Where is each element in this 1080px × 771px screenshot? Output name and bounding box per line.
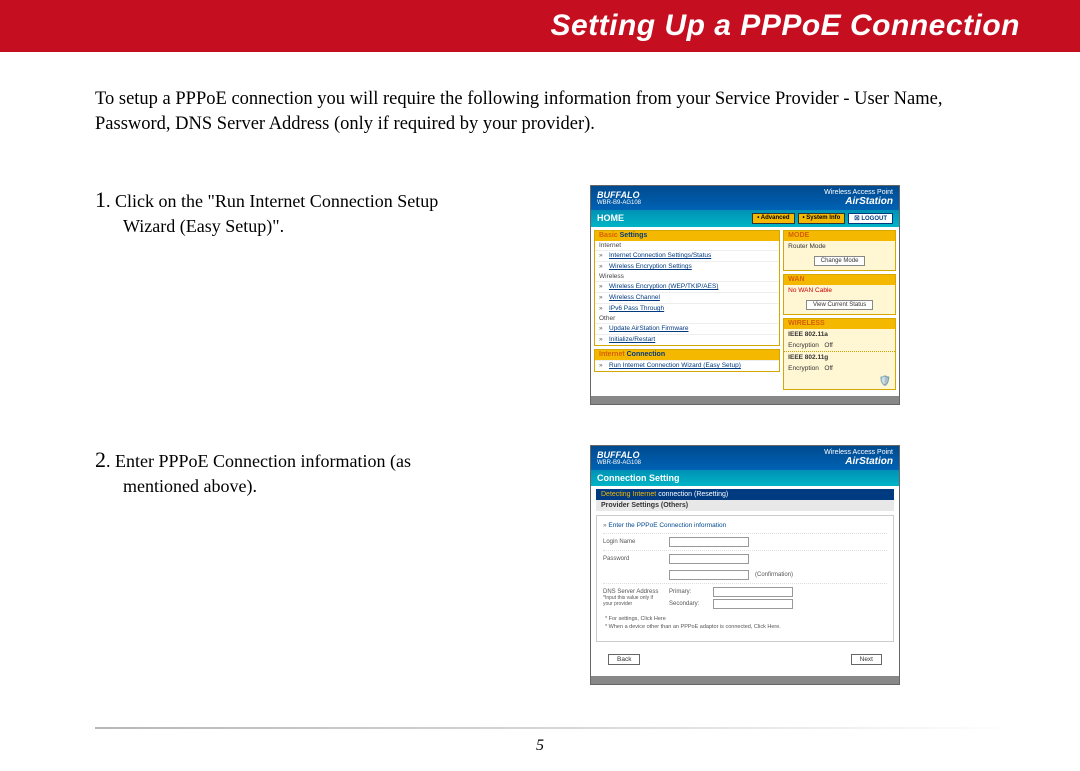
s2-label-dns: DNS Server Address *Input this value onl… (603, 589, 663, 607)
s1-mode-panel: MODE Router Mode Change Mode (783, 230, 896, 271)
s2-label-primary: Primary: (669, 589, 709, 595)
s1-wifi-icon: 🛡️ (784, 374, 895, 389)
s2-input-dns-primary[interactable] (713, 587, 793, 597)
s1-topbar: BUFFALO WBR-B9-AG108 Wireless Access Poi… (591, 186, 899, 210)
step-1-line-b: Wizard (Easy Setup)". (95, 214, 570, 239)
s1-wan-head: WAN (784, 275, 895, 285)
s1-wan-value: No WAN Cable (784, 285, 895, 296)
s2-form: Enter the PPPoE Connection information L… (596, 515, 894, 642)
s1-wl-11a-enc: Encryption Off (784, 340, 895, 352)
s1-internet-conn-panel: Internet Connection Run Internet Connect… (594, 349, 780, 372)
s2-back-button[interactable]: Back (608, 654, 640, 665)
s2-product: AirStation (845, 456, 893, 467)
s2-row-confirm: (Confirmation) (603, 567, 887, 583)
s1-right-column: MODE Router Mode Change Mode WAN No WAN … (783, 230, 896, 393)
step-2-line-b: mentioned above). (95, 474, 570, 499)
s2-label-login: Login Name (603, 539, 663, 545)
s1-wan-panel: WAN No WAN Cable View Current Status (783, 274, 896, 315)
step-1-line-a: . Click on the "Run Internet Connection … (106, 191, 438, 211)
page-title: Setting Up a PPPoE Connection (550, 9, 1020, 43)
s1-link-wireless-enc[interactable]: Wireless Encryption Settings (595, 261, 779, 272)
s2-brand: BUFFALO (597, 450, 641, 460)
footer-divider (95, 727, 1020, 729)
s1-model: WBR-B9-AG108 (597, 200, 641, 206)
content-area: To setup a PPPoE connection you will req… (0, 52, 1080, 685)
s1-link-channel[interactable]: Wireless Channel (595, 292, 779, 303)
s1-internet-label: Internet (595, 241, 779, 250)
step-1: 1. Click on the "Run Internet Connection… (95, 185, 985, 425)
header-bar: Setting Up a PPPoE Connection (0, 0, 1080, 52)
s2-row-password: Password (603, 550, 887, 567)
intro-paragraph: To setup a PPPoE connection you will req… (95, 87, 985, 137)
s1-home-tab[interactable]: HOME (597, 213, 624, 223)
s1-view-status-button[interactable]: View Current Status (806, 300, 873, 310)
s1-wl-11g: IEEE 802.11g (784, 352, 895, 363)
s2-provider-head: Provider Settings (Others) (596, 500, 894, 511)
s1-navbar: HOME • Advanced • System Info ☒ LOGOUT (591, 210, 899, 227)
s1-basic-panel: Basic Settings Internet Internet Connect… (594, 230, 780, 346)
s1-wireless-label: Wireless (595, 272, 779, 281)
s1-mode-head: MODE (784, 231, 895, 241)
s2-nav-buttons: Back Next (596, 646, 894, 673)
s2-footer (591, 676, 899, 684)
s1-body: Basic Settings Internet Internet Connect… (591, 227, 899, 396)
s2-notes: * For settings, Click Here * When a devi… (603, 612, 887, 635)
s2-body: Detecting Internet connection (Resetting… (591, 486, 899, 676)
page-number: 5 (0, 737, 1080, 755)
s1-brand: BUFFALO (597, 190, 641, 200)
step-2-line-a: . Enter PPPoE Connection information (as (106, 451, 411, 471)
step-1-number: 1 (95, 187, 106, 212)
s2-input-password[interactable] (669, 554, 749, 564)
s2-tagline: Wireless Access Point (824, 449, 893, 456)
screenshot-1: BUFFALO WBR-B9-AG108 Wireless Access Poi… (590, 185, 900, 405)
s1-wl-head: WIRELESS (784, 319, 895, 329)
s1-tagline: Wireless Access Point (824, 189, 893, 196)
s2-note-2: * When a device other than an PPPoE adap… (605, 624, 885, 632)
s2-input-confirm[interactable] (669, 570, 749, 580)
s2-label-confirm: (Confirmation) (755, 572, 793, 578)
s2-input-dns-secondary[interactable] (713, 599, 793, 609)
s2-label-password: Password (603, 556, 663, 562)
steps-list: 1. Click on the "Run Internet Connection… (95, 185, 985, 685)
step-2: 2. Enter PPPoE Connection information (a… (95, 445, 985, 685)
s1-left-column: Basic Settings Internet Internet Connect… (594, 230, 780, 393)
s2-row-dns: DNS Server Address *Input this value onl… (603, 583, 887, 612)
s1-footer (591, 396, 899, 404)
s1-ic-head: Internet Connection (595, 350, 779, 360)
s1-logout-button[interactable]: ☒ LOGOUT (848, 213, 893, 224)
s1-wl-11a: IEEE 802.11a (784, 329, 895, 340)
step-2-number: 2 (95, 447, 106, 472)
s2-next-button[interactable]: Next (851, 654, 882, 665)
s1-wl-11g-enc: Encryption Off (784, 363, 895, 374)
s2-form-title: Enter the PPPoE Connection information (603, 522, 887, 533)
s2-detecting-head: Detecting Internet connection (Resetting… (596, 489, 894, 500)
s1-wireless-panel: WIRELESS IEEE 802.11a Encryption Off IEE… (783, 318, 896, 390)
s2-model: WBR-B9-AG108 (597, 460, 641, 466)
s2-label-secondary: Secondary: (669, 601, 709, 607)
step-1-text: 1. Click on the "Run Internet Connection… (95, 185, 590, 239)
s1-link-ipv6[interactable]: IPv6 Pass Through (595, 303, 779, 314)
s2-note-1: * For settings, Click Here (605, 616, 885, 624)
s1-basic-head: Basic Settings (595, 231, 779, 241)
s2-row-login: Login Name (603, 533, 887, 550)
s1-other-label: Other (595, 314, 779, 323)
screenshot-2: BUFFALO WBR-B9-AG108 Wireless Access Poi… (590, 445, 900, 685)
step-2-text: 2. Enter PPPoE Connection information (a… (95, 445, 590, 499)
s1-link-wep[interactable]: Wireless Encryption (WEP/TKIP/AES) (595, 281, 779, 292)
s1-product: AirStation (845, 196, 893, 207)
s2-navbar: Connection Setting (591, 470, 899, 486)
s1-link-run-wizard[interactable]: Run Internet Connection Wizard (Easy Set… (595, 360, 779, 371)
s2-connection-setting: Connection Setting (597, 473, 680, 483)
s1-advanced-button[interactable]: • Advanced (752, 213, 794, 224)
s2-topbar: BUFFALO WBR-B9-AG108 Wireless Access Poi… (591, 446, 899, 470)
s1-link-restart[interactable]: Initialize/Restart (595, 334, 779, 345)
s2-input-login[interactable] (669, 537, 749, 547)
s1-link-internet-settings[interactable]: Internet Connection Settings/Status (595, 250, 779, 261)
s1-link-firmware[interactable]: Update AirStation Firmware (595, 323, 779, 334)
s1-mode-value: Router Mode (784, 241, 895, 252)
s1-change-mode-button[interactable]: Change Mode (814, 256, 866, 266)
s1-systeminfo-button[interactable]: • System Info (798, 213, 846, 224)
